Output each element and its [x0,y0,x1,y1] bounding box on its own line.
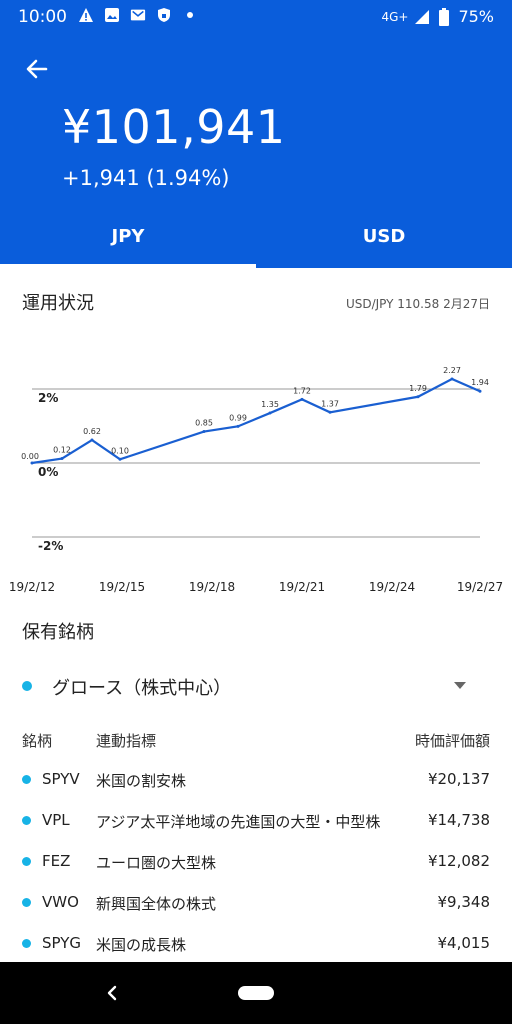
data-point [416,395,420,399]
data-label: 0.62 [83,427,101,436]
x-tick-label: 19/2/27 [457,580,503,594]
summary-header: 10:00 4G+ 75% ¥101,941 +1,941 (1.94%) JP… [0,0,512,268]
row-index: 新興国全体の株式 [96,895,217,913]
row-index: 米国の成長株 [96,936,187,954]
image-icon [104,7,120,23]
status-bar: 10:00 4G+ 75% [0,0,512,34]
row-index: アジア太平洋地域の先進国の大型・中型株 [96,813,381,831]
nav-home-pill[interactable] [238,986,274,1000]
data-point [118,457,122,461]
lock-icon [156,7,172,23]
row-dot-icon [22,857,31,866]
alert-icon [78,7,94,23]
data-point [202,430,206,434]
row-ticker: VWO [42,893,79,911]
fund-dropdown[interactable]: グロース（株式中心） [22,670,492,704]
data-label: 0.99 [229,413,247,422]
data-label: 0.00 [21,452,39,461]
back-arrow-icon[interactable] [22,54,52,84]
row-ticker: VPL [42,811,70,829]
row-dot-icon [22,939,31,948]
data-label: 1.35 [261,400,279,409]
x-tick-label: 19/2/12 [9,580,55,594]
tab-jpy[interactable]: JPY [0,208,256,268]
data-point [60,457,64,461]
currency-tabs: JPY USD [0,208,512,268]
y-tick-label: 2% [38,391,58,405]
row-dot-icon [22,898,31,907]
data-label: 1.94 [471,378,489,387]
data-point [236,424,240,428]
data-label: 1.72 [293,386,311,395]
chevron-down-icon[interactable] [454,682,466,689]
row-ticker: SPYV [42,770,80,788]
row-ticker: SPYG [42,934,82,952]
data-point [268,411,272,415]
data-label: 0.12 [53,446,71,455]
row-value: ¥20,137 [427,770,490,788]
portfolio-value: ¥101,941 [62,100,286,154]
y-tick-label: -2% [38,539,63,553]
row-dot-icon [22,775,31,784]
data-label: 0.10 [111,446,129,455]
data-point [30,461,34,465]
row-index: 米国の割安株 [96,772,187,790]
status-right: 4G+ 75% [381,7,494,26]
table-row[interactable]: SPYV 米国の割安株 ¥20,137 [0,761,512,801]
row-value: ¥9,348 [437,893,491,911]
table-row[interactable]: FEZ ユーロ圏の大型株 ¥12,082 [0,843,512,883]
x-tick-label: 19/2/18 [189,580,235,594]
tab-usd[interactable]: USD [256,208,512,268]
system-nav-bar [0,962,512,1024]
holdings-title: 保有銘柄 [22,622,94,643]
row-ticker: FEZ [42,852,71,870]
row-value: ¥12,082 [427,852,490,870]
row-value: ¥4,015 [437,934,491,952]
row-value: ¥14,738 [427,811,490,829]
table-row[interactable]: SPYG 米国の成長株 ¥4,015 [0,925,512,965]
data-point [300,397,304,401]
column-ticker: 銘柄 [22,732,53,750]
fund-name: グロース（株式中心） [52,678,232,699]
data-point [328,410,332,414]
exchange-rate: USD/JPY 110.58 2月27日 [345,297,490,311]
data-label: 1.79 [409,384,427,393]
portfolio-change: +1,941 (1.94%) [62,166,230,190]
row-dot-icon [22,816,31,825]
data-label: 2.27 [443,366,461,375]
row-index: ユーロ圏の大型株 [96,854,217,872]
table-row[interactable]: VPL アジア太平洋地域の先進国の大型・中型株 ¥14,738 [0,802,512,842]
x-tick-label: 19/2/21 [279,580,325,594]
status-time: 10:00 [18,7,67,27]
gmail-icon [130,7,146,23]
x-tick-label: 19/2/24 [369,580,415,594]
y-tick-label: 0% [38,465,58,479]
nav-back-icon[interactable] [100,979,124,1007]
table-row[interactable]: VWO 新興国全体の株式 ¥9,348 [0,884,512,924]
data-label: 1.37 [321,399,339,408]
battery-icon [436,7,452,26]
battery-level: 75% [458,7,494,26]
notification-icons [78,7,198,23]
column-index: 連動指標 [96,732,157,750]
data-point [90,438,94,442]
performance-title: 運用状況 [22,293,94,314]
performance-chart: 2% 0% -2% 0.00 0.12 0.62 0.10 0.85 0.99 1.35 1.72 1… [9,366,503,594]
data-point [450,377,454,381]
column-value: 時価評価額 [414,732,490,750]
x-tick-label: 19/2/15 [99,580,145,594]
signal-icon [414,9,430,25]
data-label: 0.85 [195,419,213,428]
network-label: 4G+ [381,9,409,24]
data-point [478,389,482,393]
fund-dot-icon [22,681,32,691]
dot-icon [182,7,198,23]
